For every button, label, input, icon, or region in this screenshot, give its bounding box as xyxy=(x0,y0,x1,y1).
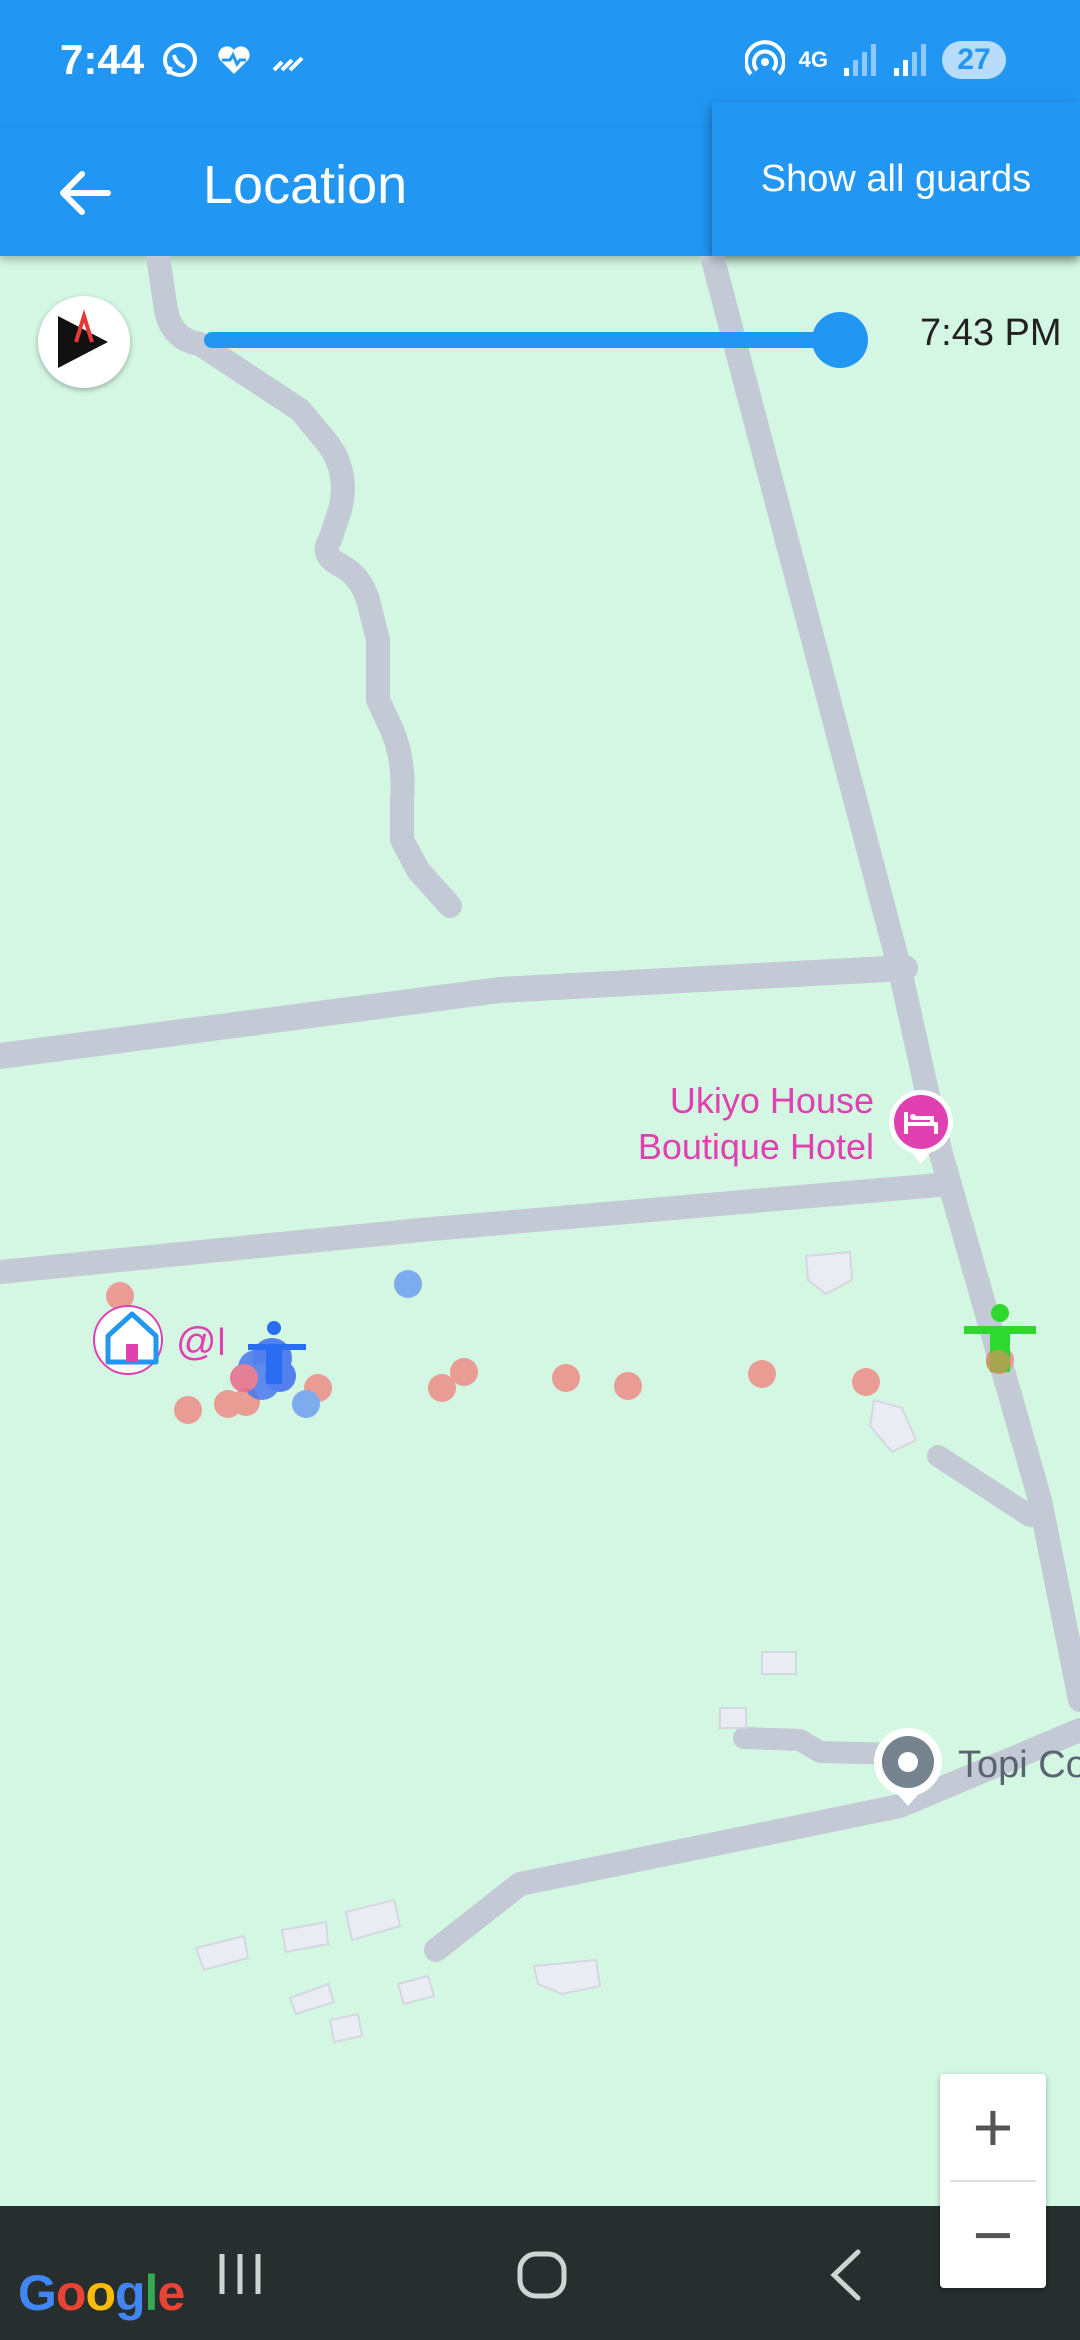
building xyxy=(328,2012,364,2044)
building xyxy=(396,1974,436,2006)
building xyxy=(532,1958,602,1996)
zoom-out-button[interactable]: − xyxy=(940,2182,1046,2288)
road-horizontal-1 xyxy=(0,955,918,1069)
road-branch xyxy=(927,1445,1041,1527)
trail-point xyxy=(394,1270,422,1298)
signal-icon-2 xyxy=(894,44,926,76)
battery-badge: 27 xyxy=(942,41,1006,79)
hotspot-icon xyxy=(744,40,785,76)
show-all-guards-menu-item[interactable]: Show all guards xyxy=(712,102,1080,256)
status-notification-icons xyxy=(160,40,308,80)
signal-icon xyxy=(844,44,876,76)
health-icon xyxy=(218,46,250,74)
zoom-in-button[interactable]: + xyxy=(940,2074,1046,2180)
home-nav-icon[interactable] xyxy=(502,2240,582,2310)
timeline-time-label: 7:43 PM xyxy=(920,312,1062,354)
trail-point xyxy=(174,1396,202,1424)
recent-apps-icon[interactable] xyxy=(200,2240,280,2310)
trail-point xyxy=(852,1368,880,1396)
building xyxy=(194,1934,250,1972)
back-arrow-icon[interactable] xyxy=(50,158,120,228)
trail-point xyxy=(614,1372,642,1400)
google-logo: Google xyxy=(18,2265,185,2321)
hotel-label-line1: Ukiyo House xyxy=(669,1080,874,1121)
hotel-label-line2: Boutique Hotel xyxy=(637,1126,874,1167)
building xyxy=(288,1982,336,2016)
building xyxy=(761,1651,797,1675)
play-icon xyxy=(58,309,108,368)
zoom-controls: + − xyxy=(940,2074,1046,2288)
hotel-label[interactable]: Ukiyo House Boutique Hotel xyxy=(600,1078,874,1170)
trail-point xyxy=(450,1358,478,1386)
building xyxy=(719,1707,747,1729)
trail-point xyxy=(748,1360,776,1388)
map-canvas xyxy=(0,256,1080,2044)
wifi-calling-icon xyxy=(272,56,304,72)
building xyxy=(868,1398,918,1454)
whatsapp-icon xyxy=(163,43,197,77)
timeline-slider-track[interactable] xyxy=(204,332,840,348)
home-marker xyxy=(93,1305,163,1375)
building xyxy=(280,1920,330,1954)
page-title: Location xyxy=(203,155,408,215)
network-type: 4G xyxy=(798,47,828,72)
map-view[interactable]: Ukiyo House Boutique Hotel xyxy=(0,256,1080,2206)
building xyxy=(804,1250,854,1296)
place-label[interactable]: Topi Co xyxy=(958,1744,1080,1787)
building xyxy=(344,1898,402,1942)
timeline-slider-thumb[interactable] xyxy=(812,312,868,368)
play-button[interactable] xyxy=(38,296,130,388)
road-winding xyxy=(146,256,462,918)
status-system-icons: 4G 27 xyxy=(744,40,1006,80)
trail-point xyxy=(552,1364,580,1392)
trail-point xyxy=(292,1390,320,1418)
status-time: 7:44 xyxy=(60,36,145,83)
back-nav-icon[interactable] xyxy=(806,2240,886,2310)
